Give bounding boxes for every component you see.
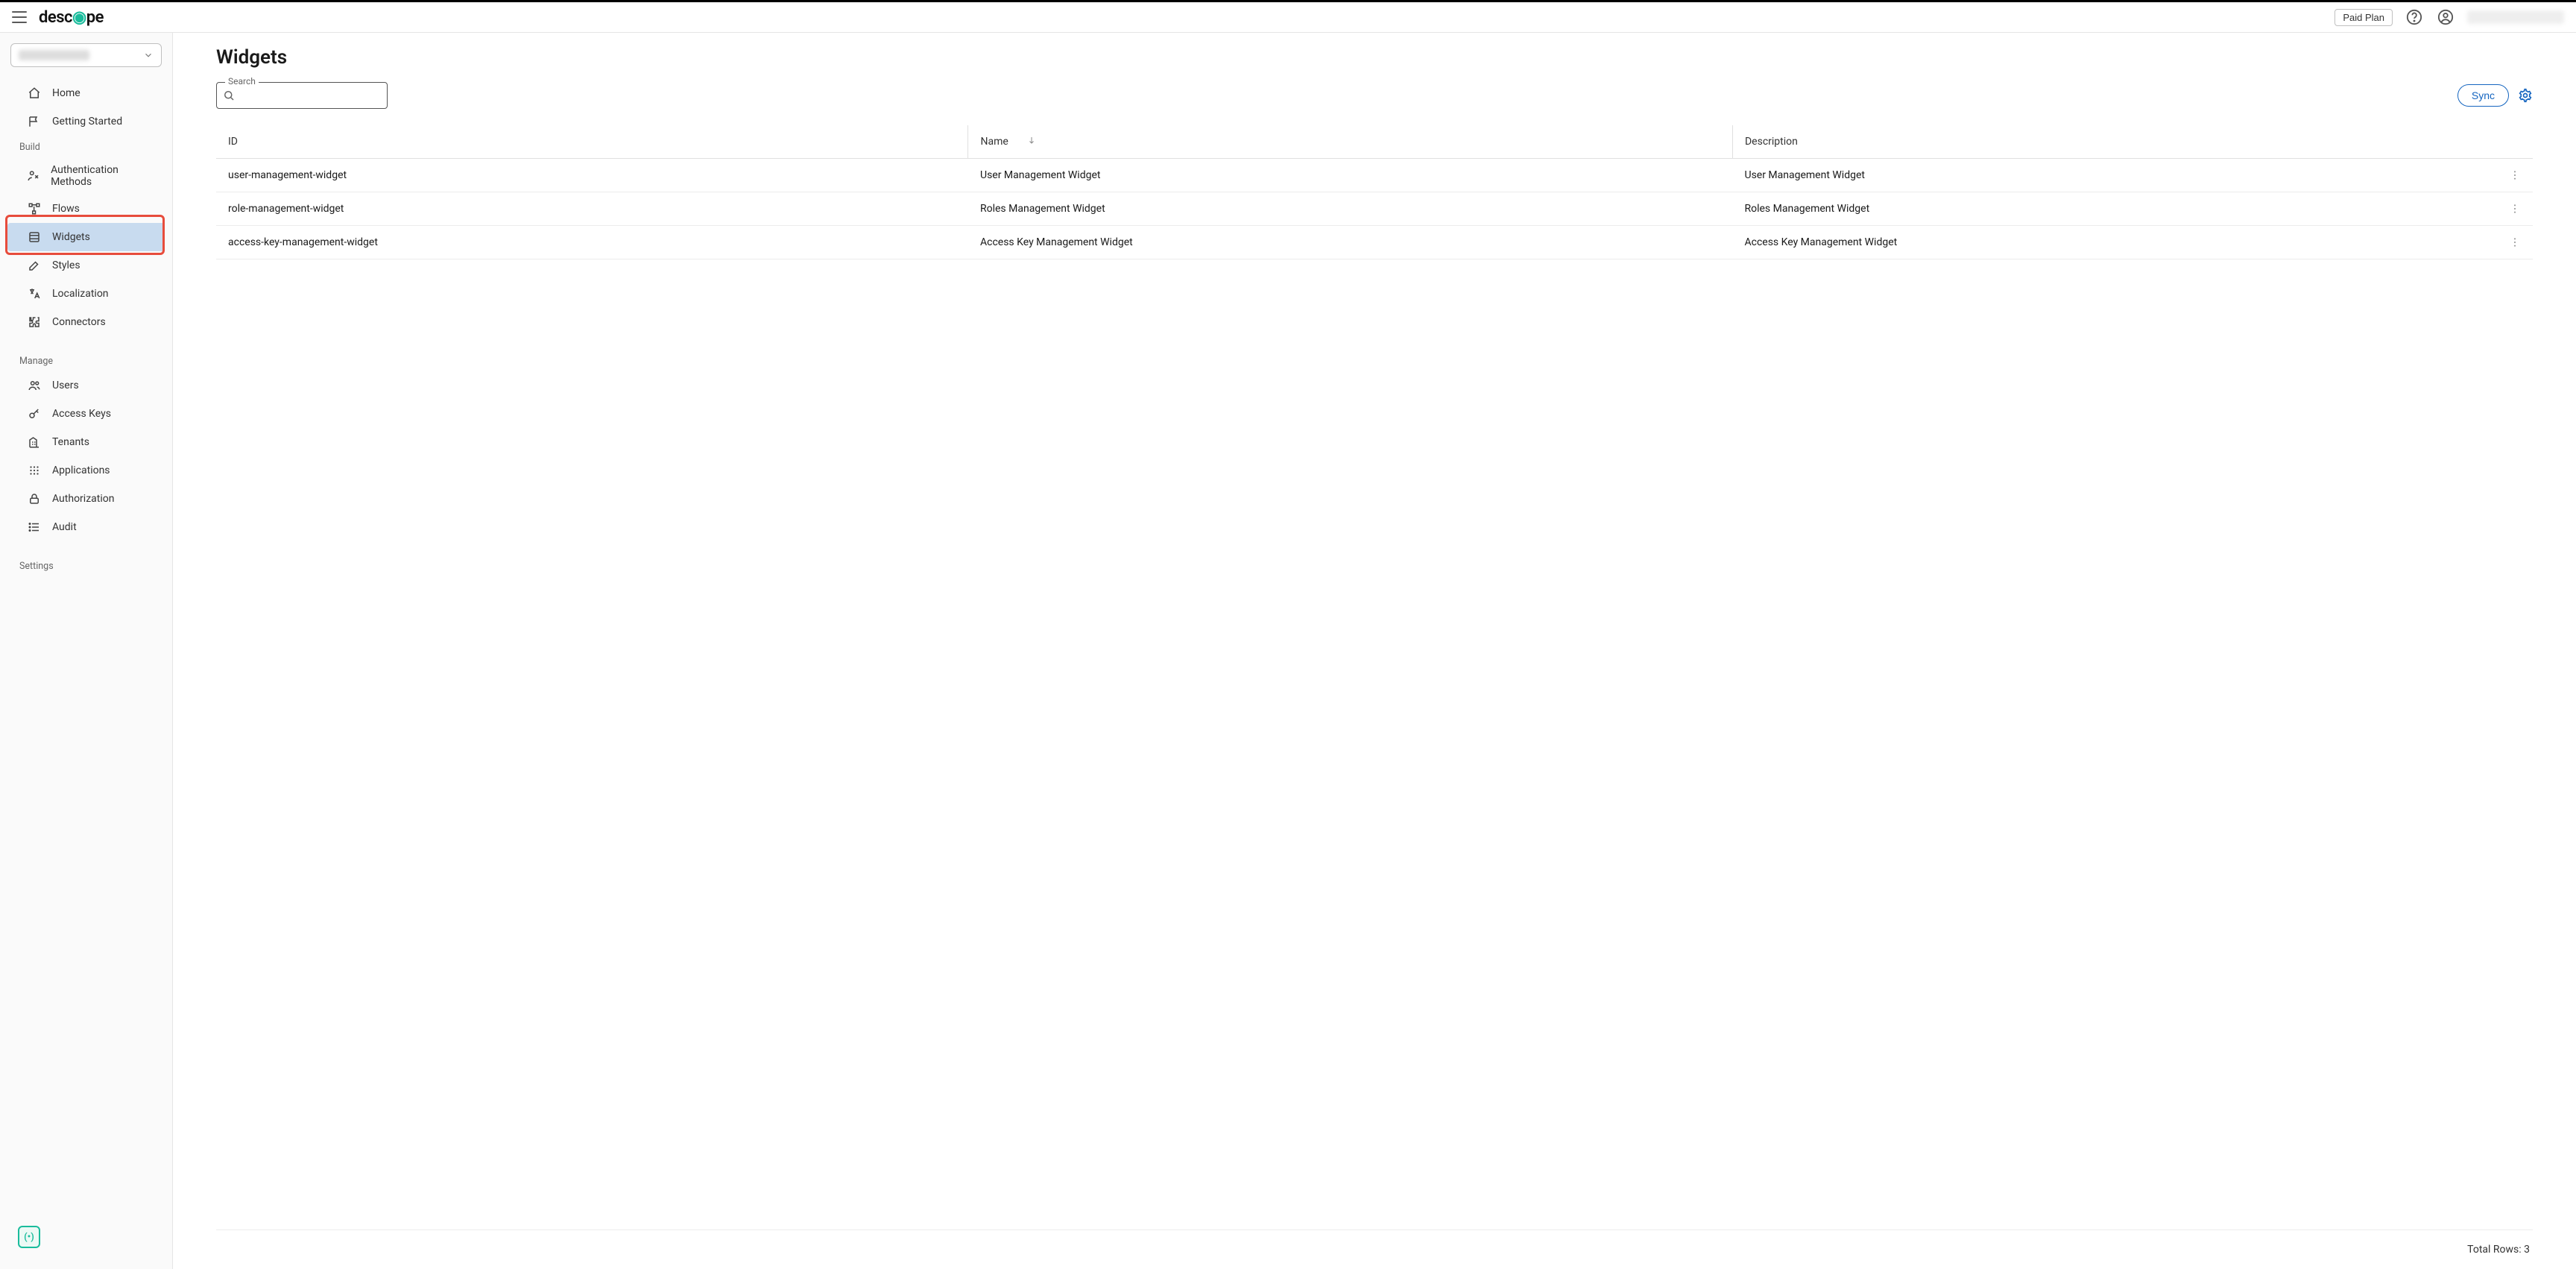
project-name-redacted (19, 50, 89, 60)
sidebar-item-label: Audit (52, 521, 77, 533)
sync-button[interactable]: Sync (2457, 84, 2509, 107)
sidebar-item-getting-started[interactable]: Getting Started (7, 107, 165, 136)
sidebar-item-styles[interactable]: Styles (7, 251, 165, 280)
sidebar-item-label: Connectors (52, 316, 106, 328)
sidebar-item-label: Authorization (52, 493, 114, 505)
brush-icon (27, 258, 42, 273)
auth-icon (27, 169, 40, 183)
key-icon (27, 406, 42, 421)
sidebar-item-audit[interactable]: Audit (7, 513, 165, 541)
sidebar-item-label: Users (52, 380, 79, 391)
account-icon[interactable] (2436, 7, 2455, 27)
settings-icon[interactable] (2518, 88, 2533, 103)
sidebar-item-flows[interactable]: Flows (7, 195, 165, 223)
search-field-wrap: Search (216, 82, 388, 109)
sidebar-item-label: Tenants (52, 436, 89, 448)
cell-desc: Access Key Management Widget (1732, 226, 2497, 259)
sidebar-section-settings: Settings (0, 555, 172, 576)
help-icon[interactable] (2405, 7, 2424, 27)
sidebar-item-label: Authentication Methods (51, 164, 151, 188)
sidebar-item-localization[interactable]: Localization (7, 280, 165, 308)
sidebar: Home Getting Started Build Authenticatio… (0, 33, 173, 1269)
row-menu-icon[interactable] (2497, 159, 2533, 192)
sidebar-item-authorization[interactable]: Authorization (7, 485, 165, 513)
cell-desc: Roles Management Widget (1732, 192, 2497, 226)
sidebar-item-tenants[interactable]: Tenants (7, 428, 165, 456)
sidebar-item-label: Widgets (52, 231, 90, 243)
sidebar-item-label: Localization (52, 288, 109, 300)
sidebar-item-home[interactable]: Home (7, 79, 165, 107)
menu-toggle-icon[interactable] (12, 11, 27, 23)
cell-name: Access Key Management Widget (968, 226, 1733, 259)
sidebar-item-applications[interactable]: Applications (7, 456, 165, 485)
flows-icon (27, 201, 42, 216)
col-name[interactable]: Name (968, 125, 1733, 159)
table-row[interactable]: user-management-widget User Management W… (216, 159, 2533, 192)
widgets-table: ID Name Description user-management-widg… (216, 125, 2533, 259)
widgets-icon (27, 230, 42, 245)
sidebar-section-build: Build (0, 136, 172, 157)
table-row[interactable]: role-management-widget Roles Management … (216, 192, 2533, 226)
table-footer: Total Rows: 3 (216, 1229, 2533, 1269)
sidebar-item-users[interactable]: Users (7, 371, 165, 400)
list-icon (27, 520, 42, 535)
cell-desc: User Management Widget (1732, 159, 2497, 192)
plan-button[interactable]: Paid Plan (2334, 9, 2393, 26)
sidebar-item-connectors[interactable]: Connectors (7, 308, 165, 336)
puzzle-icon (27, 315, 42, 330)
row-menu-icon[interactable] (2497, 192, 2533, 226)
col-description[interactable]: Description (1732, 125, 2497, 159)
search-icon (222, 89, 236, 102)
lock-icon (27, 491, 42, 506)
apps-icon (27, 463, 42, 478)
home-icon (27, 86, 42, 101)
cell-id: access-key-management-widget (216, 226, 968, 259)
sidebar-item-auth-methods[interactable]: Authentication Methods (7, 157, 165, 195)
table-row[interactable]: access-key-management-widget Access Key … (216, 226, 2533, 259)
sort-down-icon (1027, 136, 1036, 148)
cell-name: User Management Widget (968, 159, 1733, 192)
sidebar-item-label: Applications (52, 465, 110, 476)
sidebar-item-label: Access Keys (52, 408, 111, 420)
cell-id: role-management-widget (216, 192, 968, 226)
sidebar-section-manage: Manage (0, 350, 172, 371)
sidebar-item-label: Flows (52, 203, 80, 215)
translate-icon (27, 286, 42, 301)
flag-icon (27, 114, 42, 129)
project-picker[interactable] (10, 43, 162, 67)
row-menu-icon[interactable] (2497, 226, 2533, 259)
sidebar-item-label: Getting Started (52, 116, 122, 127)
help-widget-icon[interactable]: (•) (18, 1226, 40, 1248)
col-id[interactable]: ID (216, 125, 968, 159)
sidebar-item-access-keys[interactable]: Access Keys (7, 400, 165, 428)
chevron-down-icon (143, 50, 154, 60)
search-label: Search (225, 76, 259, 86)
brand-mark-icon: ◉ (72, 8, 86, 27)
sidebar-item-widgets[interactable]: Widgets (7, 223, 165, 251)
cell-name: Roles Management Widget (968, 192, 1733, 226)
building-icon (27, 435, 42, 450)
account-email-redacted (2467, 10, 2564, 24)
topbar: desc◉pe Paid Plan (0, 0, 2576, 33)
users-icon (27, 378, 42, 393)
content-area: Widgets Search Sync ID Name (173, 33, 2576, 1269)
cell-id: user-management-widget (216, 159, 968, 192)
page-title: Widgets (216, 46, 2533, 69)
sidebar-item-label: Home (52, 87, 80, 99)
sidebar-item-label: Styles (52, 259, 80, 271)
brand-logo: desc◉pe (39, 8, 104, 27)
